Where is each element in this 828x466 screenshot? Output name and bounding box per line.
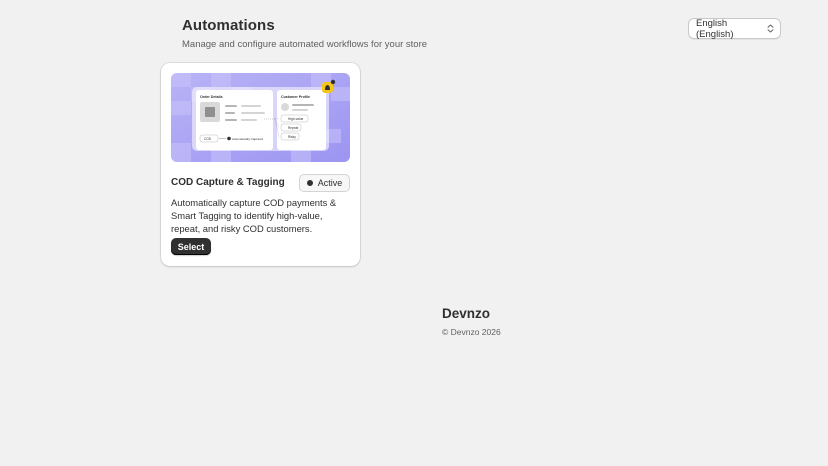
status-badge: Active	[299, 174, 350, 192]
tag-repeat: Repeat	[288, 126, 298, 130]
tag-high-value: High-value	[288, 117, 303, 121]
page-title: Automations	[182, 17, 275, 34]
language-select-value: English (English)	[696, 17, 734, 40]
language-select[interactable]: English (English)	[688, 17, 781, 40]
page-subtitle: Manage and configure automated workflows…	[182, 39, 428, 50]
footer-brand: Devnzo	[442, 306, 491, 321]
cod-label: COD	[204, 137, 212, 141]
card-description: Automatically capture COD payments & Sma…	[171, 197, 337, 234]
status-badge-label: Active	[317, 178, 343, 188]
status-dot-icon	[306, 180, 313, 186]
card-title: COD Capture & Tagging	[171, 177, 285, 188]
tag-risky: Risky	[288, 135, 296, 139]
profile-panel-title: Customer Profile	[281, 95, 310, 99]
illustration-svg: Order Details COD Automatically Captured…	[171, 73, 350, 162]
automation-illustration: Order Details COD Automatically Captured…	[171, 73, 350, 162]
select-button[interactable]: Select	[171, 238, 211, 255]
footer-copyright: © Devnzo 2026	[442, 327, 501, 337]
page-header: Automations Manage and configure automat…	[182, 17, 427, 50]
chevron-up-down-icon	[767, 24, 774, 33]
order-panel-title: Order Details	[200, 95, 223, 99]
captured-label: Automatically Captured	[232, 137, 263, 141]
